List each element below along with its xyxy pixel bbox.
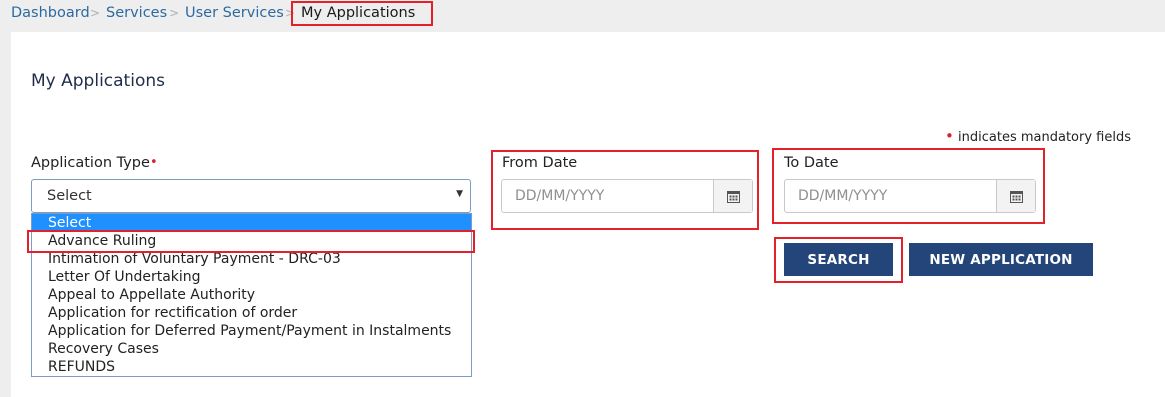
calendar-icon [726,190,740,203]
dropdown-option-deferred-payment[interactable]: Application for Deferred Payment/Payment… [32,322,471,340]
to-date-calendar-button[interactable] [996,180,1035,212]
breadcrumb-separator: > [169,6,180,20]
mandatory-fields-note: • indicates mandatory fields [945,127,1131,145]
search-button[interactable]: SEARCH [784,243,893,276]
page-title: My Applications [31,71,165,91]
dropdown-option-refunds[interactable]: REFUNDS [32,358,471,376]
application-type-select[interactable]: Select ▼ [31,179,471,213]
dropdown-option-rectification[interactable]: Application for rectification of order [32,304,471,322]
application-type-dropdown-list: Select Advance Ruling Intimation of Volu… [31,213,472,377]
dropdown-option-letter-of-undertaking[interactable]: Letter Of Undertaking [32,268,471,286]
from-date-placeholder: DD/MM/YYYY [515,188,605,204]
new-application-button[interactable]: NEW APPLICATION [909,243,1093,276]
breadcrumb-current-page: My Applications [301,5,416,21]
from-date-label: From Date [502,155,578,171]
required-marker: • [945,127,954,145]
application-type-label: Application Type• [31,155,158,171]
breadcrumb-services-link[interactable]: Services [106,5,167,21]
dropdown-option-appeal[interactable]: Appeal to Appellate Authority [32,286,471,304]
breadcrumb-separator: > [90,6,101,20]
dropdown-option-drc-03[interactable]: Intimation of Voluntary Payment - DRC-03 [32,250,471,268]
to-date-field[interactable]: DD/MM/YYYY [784,179,1036,213]
from-date-field[interactable]: DD/MM/YYYY [501,179,753,213]
caret-down-icon: ▼ [456,189,463,199]
to-date-placeholder: DD/MM/YYYY [798,188,888,204]
dropdown-option-recovery-cases[interactable]: Recovery Cases [32,340,471,358]
breadcrumb-dashboard-link[interactable]: Dashboard [11,5,90,21]
required-marker: • [149,155,158,170]
dropdown-option-select[interactable]: Select [32,214,471,232]
breadcrumb-separator: > [285,6,296,20]
mandatory-note-text: indicates mandatory fields [958,130,1131,145]
to-date-label: To Date [784,155,839,171]
calendar-icon [1009,190,1023,203]
dropdown-option-advance-ruling[interactable]: Advance Ruling [32,232,471,250]
from-date-calendar-button[interactable] [713,180,752,212]
breadcrumb-user-services-link[interactable]: User Services [185,5,284,21]
application-type-label-text: Application Type [31,155,150,171]
application-type-selected-value: Select [47,188,92,204]
